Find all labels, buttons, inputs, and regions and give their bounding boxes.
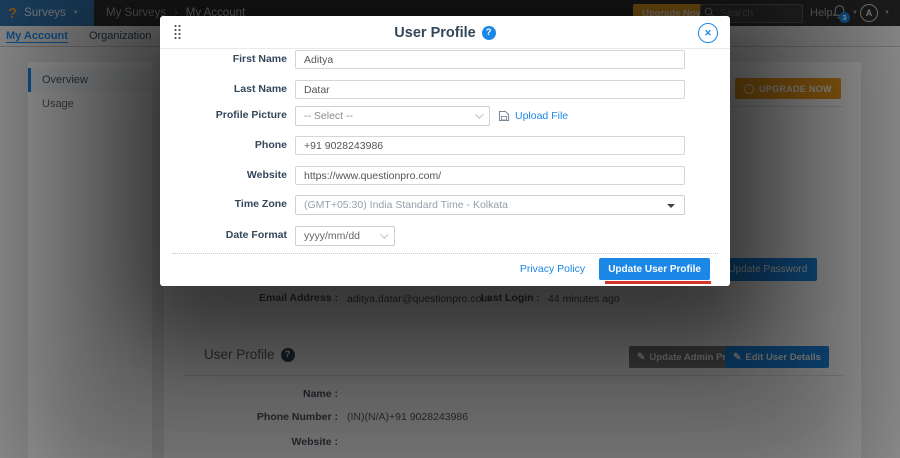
update-user-profile-button[interactable]: Update User Profile [599,258,710,280]
modal-title-text: User Profile [394,25,475,41]
profile-picture-select[interactable]: -- Select -- [295,106,490,126]
last-name-field[interactable] [295,80,685,99]
website-label: Website [160,166,287,185]
date-format-label: Date Format [160,226,287,245]
chevron-down-icon [380,230,388,238]
privacy-policy-link[interactable]: Privacy Policy [520,263,585,275]
caret-down-icon [667,204,675,208]
last-name-label: Last Name [160,80,287,99]
time-zone-select-value: (GMT+05:30) India Standard Time - Kolkat… [304,199,508,211]
phone-field[interactable] [295,136,685,155]
chevron-down-icon [475,110,483,118]
divider [172,253,718,254]
first-name-label: First Name [160,50,287,69]
close-icon[interactable]: ✕ [698,23,718,43]
time-zone-label: Time Zone [160,195,287,214]
file-icon [498,110,510,122]
date-format-select[interactable]: yyyy/mm/dd [295,226,395,246]
help-question-icon[interactable]: ? [482,26,496,40]
profile-picture-select-value: -- Select -- [304,110,353,122]
modal-footer: Privacy Policy Update User Profile [520,258,710,280]
modal-title: User Profile ? [160,16,730,49]
website-field[interactable] [295,166,685,185]
red-annotation-underline [605,281,711,284]
time-zone-select[interactable]: (GMT+05:30) India Standard Time - Kolkat… [295,195,685,215]
first-name-field[interactable] [295,50,685,69]
user-profile-modal: User Profile ? ✕ First Name Last Name Pr… [160,16,730,286]
phone-label: Phone [160,136,287,155]
upload-file-link[interactable]: Upload File [498,106,568,126]
modal-header: User Profile ? ✕ [160,16,730,49]
upload-file-label: Upload File [515,110,568,122]
profile-picture-label: Profile Picture [160,106,287,125]
date-format-select-value: yyyy/mm/dd [304,230,360,242]
